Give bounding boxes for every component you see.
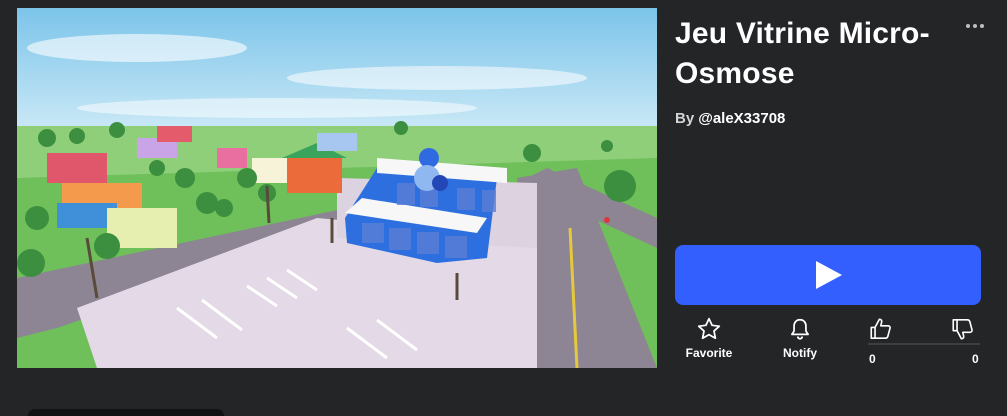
bottom-tab-pill[interactable] (28, 409, 224, 416)
upvote-button[interactable] (868, 316, 894, 342)
by-label: By (675, 110, 695, 127)
vote-ratio-bar (868, 343, 980, 345)
upvote-count: 0 (869, 352, 876, 366)
more-dot (973, 24, 977, 28)
creator-byline: By @aleX33708 (675, 110, 785, 127)
play-button[interactable] (675, 245, 981, 305)
star-icon (697, 317, 721, 340)
downvote-count: 0 (972, 352, 979, 366)
game-title: Jeu Vitrine Micro-Osmose (675, 17, 930, 90)
game-thumbnail[interactable] (17, 8, 657, 368)
bell-icon (791, 318, 809, 340)
favorite-label: Favorite (685, 346, 733, 360)
game-details-page: Jeu Vitrine Micro-Osmose By @aleX33708 Fa… (0, 0, 1007, 416)
favorite-button[interactable]: Favorite (682, 316, 736, 360)
thumbnail-scene (17, 8, 657, 368)
more-dot (980, 24, 984, 28)
notify-label: Notify (783, 346, 817, 360)
thumbs-down-icon (952, 318, 973, 340)
more-dot (966, 24, 970, 28)
notify-button[interactable]: Notify (776, 316, 824, 360)
downvote-button[interactable] (950, 316, 976, 342)
more-options-icon[interactable] (966, 20, 986, 32)
thumbs-up-icon (870, 318, 891, 340)
creator-link[interactable]: @aleX33708 (698, 110, 785, 127)
play-icon (816, 261, 842, 289)
